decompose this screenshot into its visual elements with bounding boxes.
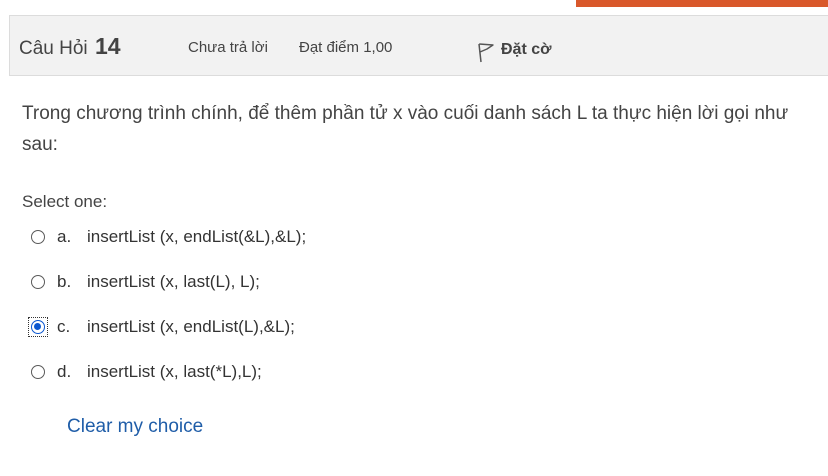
option-letter: b. bbox=[57, 272, 72, 291]
option-text: insertList (x, last(*L),L); bbox=[87, 362, 262, 381]
flag-question-button[interactable]: Đặt cờ bbox=[477, 37, 552, 63]
flag-icon bbox=[478, 43, 494, 63]
radio-wrapper[interactable] bbox=[29, 273, 47, 291]
answer-radio-b[interactable] bbox=[31, 275, 45, 289]
option-letter: c. bbox=[57, 317, 71, 336]
question-text: Trong chương trình chính, để thêm phần t… bbox=[22, 103, 789, 155]
option-text: insertList (x, endList(&L),&L); bbox=[87, 227, 307, 246]
radio-wrapper[interactable] bbox=[29, 228, 47, 246]
flag-label: Đặt cờ bbox=[501, 41, 552, 58]
option-letter: d. bbox=[57, 362, 72, 381]
question-info-header: Câu Hỏi 14 Chưa trả lời Đạt điểm 1,00 Đặ… bbox=[9, 15, 828, 76]
question-number-value: 14 bbox=[94, 33, 121, 59]
question-state: Chưa trả lời bbox=[188, 39, 268, 56]
option-text: insertList (x, endList(L),&L); bbox=[87, 317, 295, 336]
answer-option-b[interactable]: b. insertList (x, last(L), L); bbox=[29, 269, 260, 295]
accent-bar bbox=[576, 0, 828, 7]
option-text: insertList (x, last(L), L); bbox=[87, 272, 260, 291]
radio-wrapper[interactable] bbox=[28, 317, 48, 337]
answer-radio-d[interactable] bbox=[31, 365, 45, 379]
question-number: Câu Hỏi 14 bbox=[19, 33, 121, 60]
answer-option-c[interactable]: c. insertList (x, endList(L),&L); bbox=[28, 314, 295, 340]
question-grade: Đạt điểm 1,00 bbox=[299, 39, 393, 56]
answer-option-d[interactable]: d. insertList (x, last(*L),L); bbox=[29, 359, 262, 385]
answer-radio-a[interactable] bbox=[31, 230, 45, 244]
select-one-prompt: Select one: bbox=[22, 192, 108, 211]
answer-option-a[interactable]: a. insertList (x, endList(&L),&L); bbox=[29, 224, 306, 250]
option-letter: a. bbox=[57, 227, 72, 246]
clear-choice-link[interactable]: Clear my choice bbox=[67, 416, 203, 438]
question-label: Câu Hỏi bbox=[19, 38, 88, 59]
radio-wrapper[interactable] bbox=[29, 363, 47, 381]
answer-radio-c[interactable] bbox=[31, 320, 45, 334]
